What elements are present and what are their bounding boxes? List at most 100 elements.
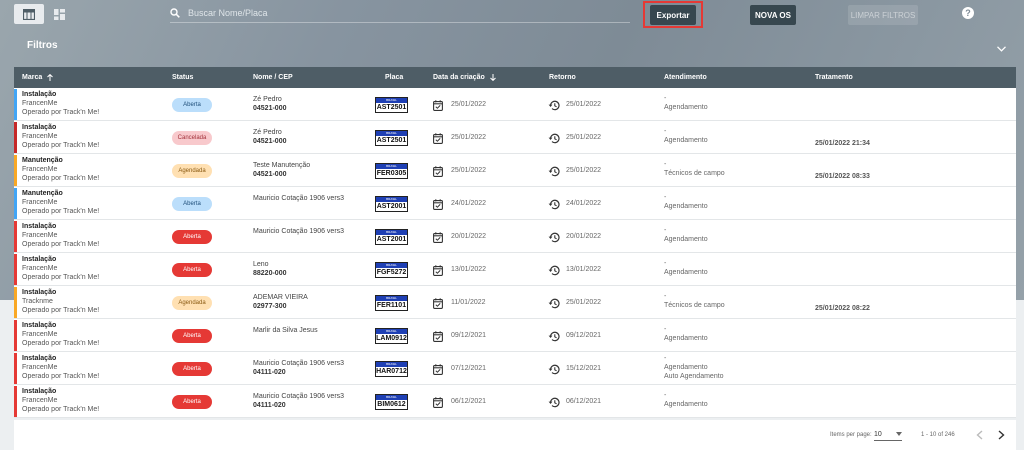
- retorno-icon-wrap: [548, 164, 560, 182]
- retorno-icon-wrap: [548, 395, 560, 413]
- status-color-bar: [14, 353, 17, 384]
- grid-view-button[interactable]: [44, 4, 74, 24]
- th-tratamento: Tratamento: [815, 74, 853, 81]
- history-icon: [548, 397, 560, 408]
- status-badge: Aberta: [172, 362, 212, 376]
- atendimento-line-2: Técnicos de campo: [664, 302, 725, 309]
- export-button[interactable]: Exportar: [650, 5, 696, 25]
- table-view-button[interactable]: [14, 4, 44, 24]
- created-date-icon-wrap: [433, 230, 443, 248]
- operator-text: Operado por Track'n Me!: [22, 241, 100, 248]
- brand-cell: Instalação FrancenMe Operado por Track'n M…: [22, 354, 99, 381]
- operator-text: Operado por Track'n Me!: [22, 340, 100, 347]
- customer-name: Zé Pedro: [253, 96, 282, 103]
- retorno-date: 20/01/2022: [566, 233, 602, 240]
- history-icon: [548, 298, 560, 309]
- atendimento-cell: - Técnicos de campo: [664, 292, 725, 310]
- atendimento-line-2: Agendamento: [664, 203, 708, 210]
- help-icon[interactable]: ?: [962, 7, 974, 19]
- status-color-bar: [14, 155, 17, 186]
- brand-name: Tracknme: [22, 298, 53, 305]
- th-status: Status: [172, 74, 194, 81]
- retorno-date: 15/12/2021: [566, 365, 602, 372]
- search-input[interactable]: [188, 7, 608, 18]
- created-date-icon-wrap: [433, 329, 443, 347]
- atendimento-line-2: Agendamento: [664, 137, 708, 144]
- table-row[interactable]: Instalação Tracknme Operado por Track'n Me…: [14, 286, 1016, 319]
- license-plate: BRASIL HAR0712: [375, 361, 408, 377]
- name-cep-cell: ADEMAR VIEIRA 02977-300: [253, 293, 308, 311]
- retorno-date: 25/01/2022: [566, 101, 602, 108]
- operator-text: Operado por Track'n Me!: [22, 142, 100, 149]
- cep-value: 04111-020: [253, 402, 286, 409]
- sort-desc-icon: [489, 73, 496, 81]
- history-icon: [548, 166, 560, 177]
- view-toggle: [14, 4, 74, 24]
- atendimento-line-1: -: [664, 355, 667, 362]
- license-plate: BRASIL BIM0612: [375, 394, 408, 410]
- th-retorno: Retorno: [549, 74, 576, 81]
- brand-name: FrancenMe: [22, 265, 58, 272]
- operator-text: Operado por Track'n Me!: [22, 307, 100, 314]
- customer-name: Mauricio Cotação 1906 vers3: [253, 195, 345, 202]
- table-row[interactable]: Instalação FrancenMe Operado por Track'n M…: [14, 88, 1016, 121]
- name-cep-cell: Leno 88220-000: [253, 260, 286, 278]
- atendimento-line-1: -: [664, 161, 667, 168]
- customer-name: ADEMAR VIEIRA: [253, 294, 308, 301]
- filters-label[interactable]: Filtros: [27, 40, 58, 51]
- next-page-icon[interactable]: [998, 430, 1005, 440]
- chevron-down-icon[interactable]: [997, 46, 1006, 52]
- calendar-icon: [433, 364, 443, 375]
- items-per-page-label: Items per page:: [830, 432, 872, 438]
- tratamento-value: 25/01/2022 08:22: [815, 305, 870, 312]
- retorno-icon-wrap: [548, 362, 560, 380]
- calendar-icon: [433, 397, 443, 408]
- th-data[interactable]: Data da criação: [433, 67, 496, 88]
- cep-value: 88220-000: [253, 270, 287, 277]
- table-row[interactable]: Manutenção FrancenMe Operado por Track'n M…: [14, 154, 1016, 187]
- history-icon: [548, 133, 560, 144]
- status-badge: Aberta: [172, 329, 212, 343]
- table-row[interactable]: Instalação FrancenMe Operado por Track'n M…: [14, 121, 1016, 154]
- status-color-bar: [14, 188, 17, 219]
- th-atendimento: Atendimento: [664, 74, 707, 81]
- table-row[interactable]: Instalação FrancenMe Operado por Track'n M…: [14, 253, 1016, 286]
- table-row[interactable]: Instalação FrancenMe Operado por Track'n M…: [14, 352, 1016, 385]
- operator-text: Operado por Track'n Me!: [22, 175, 100, 182]
- service-type: Instalação: [22, 124, 57, 131]
- atendimento-line-2: Agendamento: [664, 104, 708, 111]
- service-type: Instalação: [22, 289, 57, 296]
- brand-cell: Instalação FrancenMe Operado por Track'n M…: [22, 222, 99, 249]
- limpar-filtros-button[interactable]: LIMPAR FILTROS: [848, 5, 918, 25]
- created-date-icon-wrap: [433, 164, 443, 182]
- name-cep-cell: Mauricio Cotação 1906 vers3 04111-020: [253, 359, 344, 377]
- brand-cell: Instalação Tracknme Operado por Track'n Me…: [22, 288, 99, 315]
- table-row[interactable]: Instalação FrancenMe Operado por Track'n M…: [14, 319, 1016, 352]
- created-date-icon-wrap: [433, 263, 443, 281]
- retorno-icon-wrap: [548, 131, 560, 149]
- table-row[interactable]: Instalação FrancenMe Operado por Track'n M…: [14, 220, 1016, 253]
- items-per-page-select[interactable]: 10: [874, 428, 902, 441]
- customer-name: Marlir da Silva Jesus: [253, 327, 318, 334]
- history-icon: [548, 199, 560, 210]
- brand-name: FrancenMe: [22, 100, 58, 107]
- atendimento-cell: - Agendamento: [664, 391, 708, 409]
- status-color-bar: [14, 287, 17, 318]
- nova-os-button[interactable]: NOVA OS: [750, 5, 796, 25]
- atendimento-line-3: Auto Agendamento: [664, 373, 724, 380]
- table-header: Marca Status Nome / CEP Placa Data da cr…: [14, 67, 1016, 88]
- customer-name: Leno: [253, 261, 269, 268]
- customer-name: Zé Pedro: [253, 129, 282, 136]
- cep-value: 04521-000: [253, 105, 287, 112]
- table-row[interactable]: Manutenção FrancenMe Operado por Track'n M…: [14, 187, 1016, 220]
- atendimento-cell: - Agendamento: [664, 193, 708, 211]
- th-marca[interactable]: Marca: [22, 67, 54, 88]
- operator-text: Operado por Track'n Me!: [22, 373, 100, 380]
- dropdown-arrow-icon: [896, 432, 902, 436]
- previous-page-icon[interactable]: [976, 430, 983, 440]
- atendimento-line-1: -: [664, 227, 667, 234]
- table-row[interactable]: Instalação FrancenMe Operado por Track'n M…: [14, 385, 1016, 418]
- calendar-icon: [433, 166, 443, 177]
- plate-number: AST2001: [376, 203, 407, 210]
- brand-name: FrancenMe: [22, 166, 58, 173]
